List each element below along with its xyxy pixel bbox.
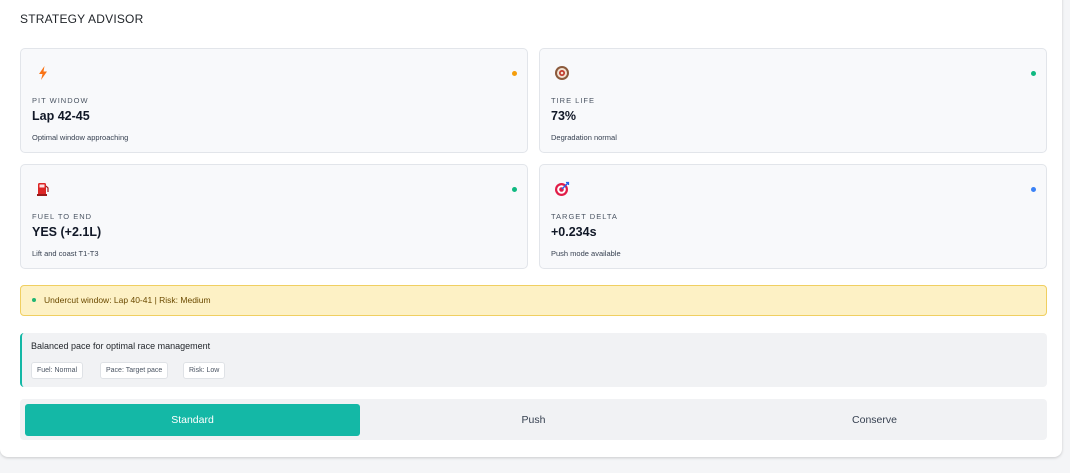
status-dot	[512, 71, 517, 76]
card-value: 73%	[551, 109, 577, 123]
status-dot	[1031, 71, 1036, 76]
tire-icon	[555, 66, 569, 80]
card-label: TARGET DELTA	[551, 212, 618, 221]
status-dot	[1031, 187, 1036, 192]
chip-pace: Pace: Target pace	[100, 362, 169, 379]
card-note: Optimal window approaching	[32, 133, 129, 142]
card-label: TIRE LIFE	[551, 96, 596, 105]
card-note: Degradation normal	[551, 133, 617, 142]
mode-selector: Standard Push Conserve	[20, 399, 1047, 440]
mode-description-box: Balanced pace for optimal race managemen…	[20, 333, 1047, 387]
card-note: Push mode available	[551, 249, 621, 258]
mode-button-push[interactable]: Push	[366, 404, 701, 436]
lightning-icon	[39, 66, 47, 80]
card-value: Lap 42-45	[32, 109, 90, 123]
card-label: FUEL TO END	[32, 212, 93, 221]
alert-text: Undercut window: Lap 40-41 | Risk: Mediu…	[44, 295, 211, 305]
chip-risk: Risk: Low	[183, 362, 226, 379]
undercut-alert: Undercut window: Lap 40-41 | Risk: Mediu…	[20, 285, 1047, 316]
mode-button-standard[interactable]: Standard	[25, 404, 360, 436]
card-tire-life: TIRE LIFE 73% Degradation normal	[539, 48, 1047, 153]
card-value: YES (+2.1L)	[32, 225, 102, 239]
chip-fuel: Fuel: Normal	[31, 362, 84, 379]
fuel-pump-icon	[37, 183, 49, 196]
status-dot	[512, 187, 517, 192]
card-pit-window: PIT WINDOW Lap 42-45 Optimal window appr…	[20, 48, 528, 153]
panel-title: STRATEGY ADVISOR	[20, 12, 144, 26]
card-target-delta: TARGET DELTA +0.234s Push mode available	[539, 164, 1047, 269]
strategy-advisor-panel: STRATEGY ADVISOR PIT WINDOW Lap 42-45 Op…	[0, 0, 1062, 457]
card-label: PIT WINDOW	[32, 96, 89, 105]
card-note: Lift and coast T1-T3	[32, 249, 99, 258]
mode-description: Balanced pace for optimal race managemen…	[31, 341, 211, 351]
card-fuel-to-end: FUEL TO END YES (+2.1L) Lift and coast T…	[20, 164, 528, 269]
card-value: +0.234s	[551, 225, 597, 239]
mode-button-conserve[interactable]: Conserve	[707, 404, 1042, 436]
target-icon	[555, 181, 570, 196]
alert-dot	[32, 298, 36, 302]
